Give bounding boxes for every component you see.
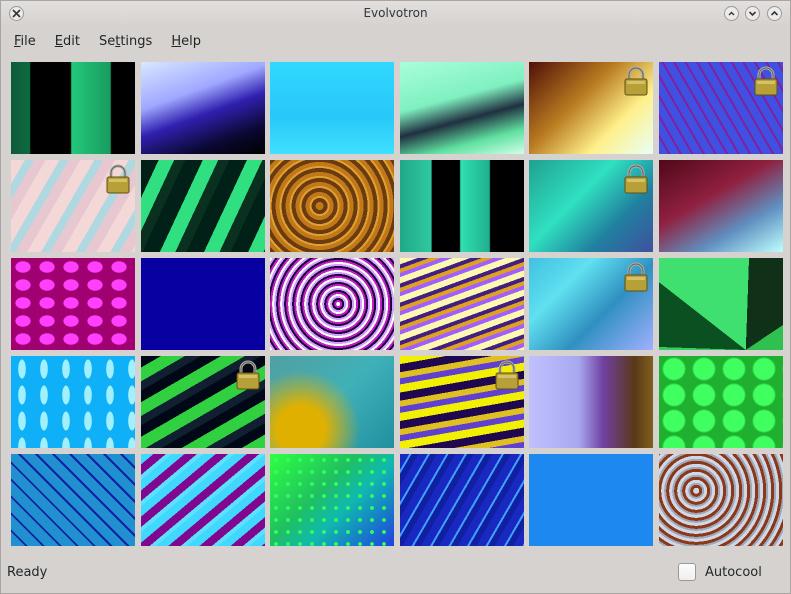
padlock-icon [495, 360, 519, 390]
image-cell[interactable] [11, 160, 135, 252]
image-cell[interactable] [529, 160, 653, 252]
autocool-label: Autocool [705, 564, 762, 580]
main-window: Evolvotron File Edit Settings Help Ready… [0, 0, 791, 594]
padlock-icon [754, 66, 778, 96]
autocool-toggle[interactable]: Autocool [678, 563, 762, 581]
image-grid [11, 62, 783, 548]
image-cell[interactable] [659, 258, 783, 350]
status-text: Ready [7, 565, 48, 580]
minimize-icon [728, 11, 735, 16]
image-cell[interactable] [141, 62, 265, 154]
minimize-button[interactable] [724, 6, 739, 21]
image-cell[interactable] [659, 62, 783, 154]
image-cell[interactable] [11, 454, 135, 546]
statusbar: Ready Autocool [1, 556, 790, 590]
image-cell[interactable] [400, 160, 524, 252]
image-cell[interactable] [11, 258, 135, 350]
image-cell[interactable] [141, 356, 265, 448]
maximize-button[interactable] [767, 6, 782, 21]
image-cell[interactable] [270, 62, 394, 154]
image-cell[interactable] [270, 160, 394, 252]
image-cell[interactable] [659, 160, 783, 252]
padlock-icon [624, 262, 648, 292]
image-cell[interactable] [270, 258, 394, 350]
image-cell[interactable] [11, 356, 135, 448]
image-cell[interactable] [141, 258, 265, 350]
image-cell[interactable] [270, 454, 394, 546]
image-cell[interactable] [529, 258, 653, 350]
image-cell[interactable] [529, 62, 653, 154]
menubar: File Edit Settings Help [1, 28, 790, 54]
chevron-down-icon [748, 11, 757, 17]
padlock-icon [106, 164, 130, 194]
menu-settings-prefix: Se [98, 33, 116, 49]
padlock-icon [236, 360, 260, 390]
chevron-up-icon [770, 10, 779, 16]
shade-button[interactable] [745, 6, 760, 21]
image-cell[interactable] [141, 454, 265, 546]
menu-edit[interactable]: Edit [55, 34, 80, 49]
menu-help-mnemonic: H [171, 33, 182, 49]
image-cell[interactable] [400, 62, 524, 154]
image-cell[interactable] [400, 454, 524, 546]
padlock-icon [624, 164, 648, 194]
menu-help[interactable]: Help [171, 34, 201, 49]
autocool-checkbox[interactable] [678, 563, 696, 581]
image-cell[interactable] [270, 356, 394, 448]
menu-file[interactable]: File [14, 34, 36, 49]
image-cell[interactable] [659, 356, 783, 448]
menu-settings[interactable]: Settings [99, 34, 152, 49]
titlebar[interactable]: Evolvotron [1, 1, 790, 27]
image-cell[interactable] [400, 258, 524, 350]
image-cell[interactable] [11, 62, 135, 154]
menu-help-label: elp [181, 33, 201, 49]
menu-edit-mnemonic: E [54, 33, 63, 49]
menu-settings-label: tings [120, 33, 153, 49]
image-cell[interactable] [141, 160, 265, 252]
image-cell[interactable] [529, 454, 653, 546]
menu-file-label: ile [20, 33, 36, 49]
image-cell[interactable] [529, 356, 653, 448]
menu-edit-label: dit [63, 33, 80, 49]
window-title: Evolvotron [363, 6, 428, 20]
image-cell[interactable] [400, 356, 524, 448]
image-cell[interactable] [659, 454, 783, 546]
padlock-icon [624, 66, 648, 96]
